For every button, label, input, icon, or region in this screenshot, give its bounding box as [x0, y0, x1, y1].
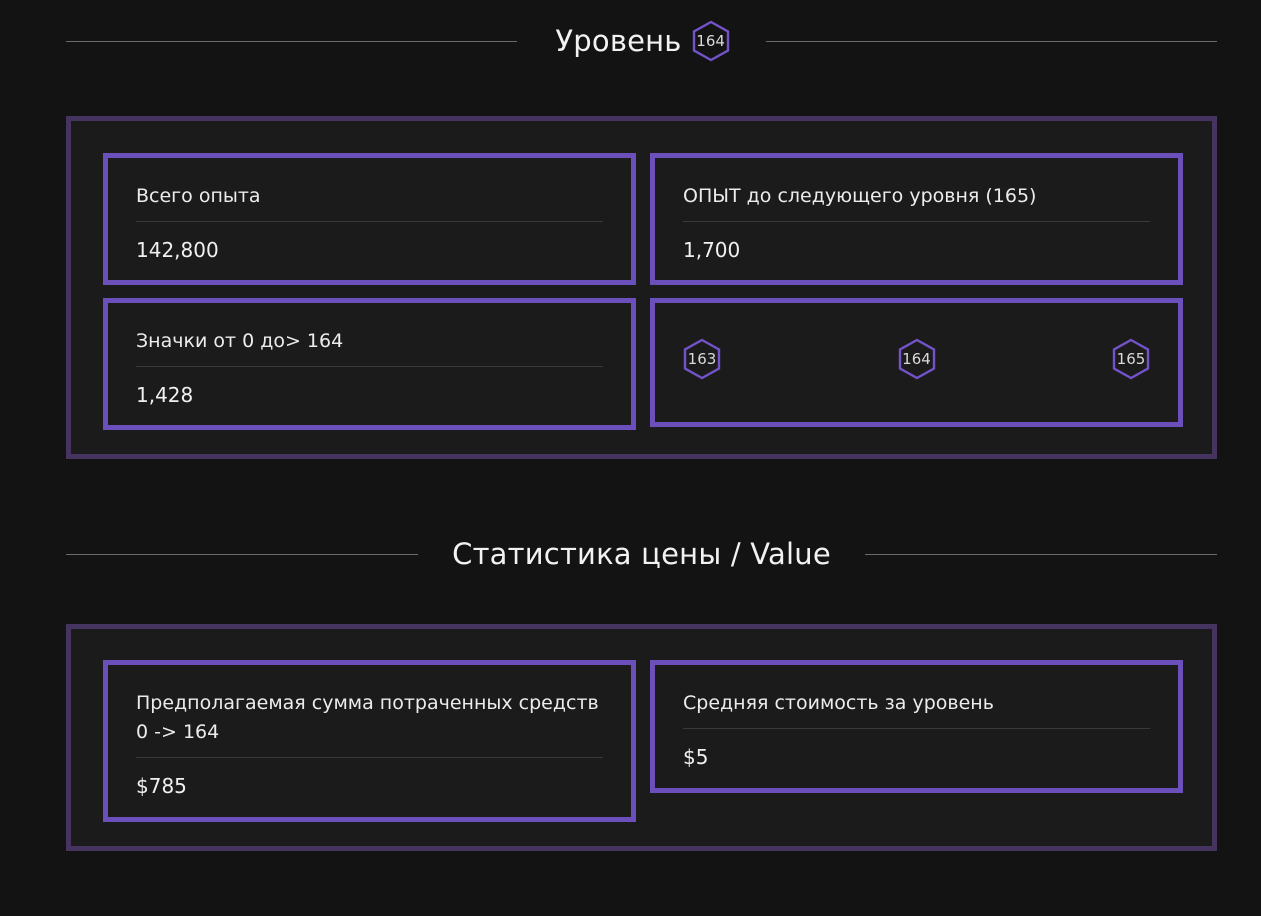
level-stats-panel: Всего опыта 142,800 ОПЫТ до следующего у…: [66, 116, 1217, 459]
heading-rule-left: [66, 553, 419, 555]
avg-cost-per-level-value: $5: [683, 745, 709, 769]
avg-cost-per-level-label: Средняя стоимость за уровень: [683, 689, 1150, 729]
current-level-number: 164: [902, 350, 931, 368]
next-level-number: 165: [1116, 350, 1146, 368]
previous-level-number: 163: [687, 350, 717, 368]
estimated-spent-card: Предполагаемая сумма потраченных средств…: [103, 660, 636, 822]
heading-rule-right: [765, 40, 1217, 42]
total-xp-card: Всего опыта 142,800: [103, 153, 636, 285]
price-stats-panel: Предполагаемая сумма потраченных средств…: [66, 624, 1217, 851]
xp-to-next-level-card: ОПЫТ до следующего уровня (165) 1,700: [650, 153, 1183, 285]
heading-rule-right: [864, 553, 1218, 555]
level-heading-title: Уровень: [555, 24, 682, 58]
price-heading-title: Статистика цены / Value: [452, 537, 831, 571]
total-xp-value: 142,800: [136, 238, 219, 262]
hexagon-level-icon: 163: [681, 338, 723, 380]
price-heading: Статистика цены / Value: [66, 531, 1218, 577]
heading-rule-left: [66, 40, 518, 42]
hexagon-level-icon: 164: [896, 338, 938, 380]
badges-card: Значки от 0 до> 164 1,428: [103, 298, 636, 430]
level-badge-number: 164: [696, 32, 725, 50]
xp-to-next-level-label: ОПЫТ до следующего уровня (165): [683, 182, 1150, 222]
estimated-spent-label: Предполагаемая сумма потраченных средств…: [136, 689, 603, 758]
avg-cost-per-level-card: Средняя стоимость за уровень $5: [650, 660, 1183, 793]
estimated-spent-value: $785: [136, 774, 187, 798]
total-xp-label: Всего опыта: [136, 182, 603, 222]
hexagon-level-icon: 165: [1110, 338, 1152, 380]
level-heading-inner: Уровень 164: [555, 20, 731, 62]
level-progression-row: 163 164 165: [681, 337, 1152, 381]
level-heading: Уровень 164: [66, 18, 1217, 64]
badges-value: 1,428: [136, 383, 194, 407]
badges-label: Значки от 0 до> 164: [136, 327, 603, 367]
xp-to-next-level-value: 1,700: [683, 238, 741, 262]
level-progression-card: 163 164 165: [650, 298, 1183, 427]
hexagon-level-icon: 164: [690, 20, 732, 62]
price-heading-inner: Статистика цены / Value: [452, 537, 831, 571]
